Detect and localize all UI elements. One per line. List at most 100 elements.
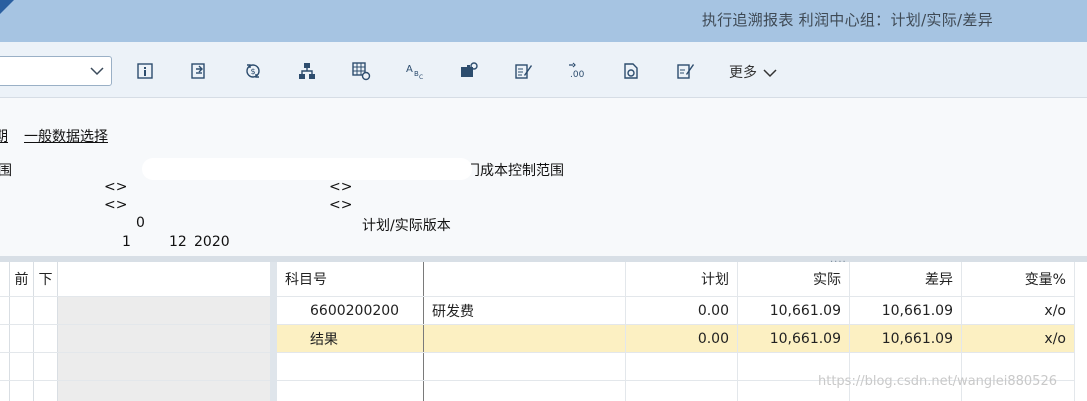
more-menu-button[interactable]: 更多: [729, 62, 777, 82]
tree-cell: [34, 325, 58, 352]
grid-header-row: 科目号 计划 实际 差异 变量%: [277, 262, 1075, 297]
tree-cell: [0, 262, 10, 296]
cell-plan: 0.00: [626, 325, 738, 352]
decimal-icon[interactable]: .00: [567, 61, 587, 81]
fiscal-year: 2020: [194, 234, 230, 250]
refresh-doc-icon[interactable]: [621, 61, 641, 81]
tree-cell: [0, 297, 10, 324]
variant-dropdown[interactable]: [0, 56, 112, 86]
tree-cell: [58, 381, 270, 401]
range-label: 围: [0, 163, 12, 179]
cell-empty: [277, 381, 424, 401]
col-header-name[interactable]: [424, 262, 626, 296]
app-logo: [0, 0, 14, 14]
tree-col-prev-label: 前: [14, 272, 29, 288]
tree-cell: [0, 325, 10, 352]
chevron-down-icon: [90, 67, 104, 76]
cell-name-text: 研发费: [432, 303, 474, 320]
cell-plan: 0.00: [626, 297, 738, 324]
tree-cell: [0, 381, 10, 401]
col-header-plan[interactable]: 计划: [626, 262, 738, 296]
tree-cell: [58, 353, 270, 380]
text-format-icon[interactable]: ABC: [405, 61, 425, 81]
col-header-actual-label: 实际: [813, 272, 841, 288]
tree-row[interactable]: [0, 353, 270, 381]
cell-account: 6600200200: [277, 297, 424, 324]
layout-settings-icon[interactable]: [351, 61, 371, 81]
cell-empty: [626, 381, 738, 401]
tree-row[interactable]: [0, 325, 270, 353]
navigation-tree: 前 下: [0, 262, 270, 401]
version-label: 计划/实际版本: [362, 218, 451, 234]
chevron-down-icon: [763, 69, 777, 78]
col-header-account-label: 科目号: [285, 272, 327, 288]
cell-name: 研发费: [424, 297, 626, 324]
export-icon[interactable]: [189, 61, 209, 81]
cell-diff: 10,661.09: [850, 325, 962, 352]
tree-cell: [10, 353, 34, 380]
tree-cell: [10, 297, 34, 324]
svg-text:$: $: [250, 67, 255, 76]
ref1-to-value: <>: [329, 179, 353, 195]
tree-cell: [58, 297, 270, 324]
tree-col-next-label: 下: [38, 272, 53, 288]
svg-text:C: C: [419, 74, 423, 81]
redacted-area: [142, 158, 472, 180]
ref2-to-value: <>: [329, 197, 353, 213]
version-value: 0: [136, 215, 145, 231]
edit-doc-icon[interactable]: [675, 61, 695, 81]
tree-row[interactable]: [0, 297, 270, 325]
tree-cell: [58, 262, 270, 296]
cell-actual: 10,661.09: [738, 325, 850, 352]
currency-icon[interactable]: $: [243, 61, 263, 81]
cell-empty: [626, 353, 738, 380]
col-header-account[interactable]: 科目号: [277, 262, 424, 296]
tree-row[interactable]: [0, 381, 270, 401]
tab-period[interactable]: 期: [0, 126, 8, 146]
more-menu-label: 更多: [729, 65, 757, 81]
cell-account-text: 6600200200: [310, 302, 400, 319]
cell-actual: 10,661.09: [738, 297, 850, 324]
cell-plan-text: 0.00: [697, 330, 729, 347]
tree-header-row: 前 下: [0, 262, 270, 297]
tree-cell: [10, 381, 34, 401]
tab-general-data-selection[interactable]: 一般数据选择: [24, 126, 108, 146]
edit-list-icon[interactable]: [513, 61, 533, 81]
ref1-from-value: <>: [104, 179, 128, 195]
table-row-result[interactable]: 结果 0.00 10,661.09 10,661.09 x/o: [277, 325, 1075, 353]
col-header-plan-label: 计划: [701, 272, 729, 288]
col-header-diff[interactable]: 差异: [850, 262, 962, 296]
info-icon[interactable]: [135, 61, 155, 81]
svg-text:A: A: [406, 64, 413, 75]
col-header-variance-label: 变量%: [1024, 272, 1066, 288]
cell-diff-text: 10,661.09: [881, 330, 953, 347]
col-header-actual[interactable]: 实际: [738, 262, 850, 296]
cell-diff-text: 10,661.09: [881, 302, 953, 319]
col-header-diff-label: 差异: [925, 272, 953, 288]
cell-diff: 10,661.09: [850, 297, 962, 324]
tree-cell: [34, 297, 58, 324]
pane-divider[interactable]: [270, 262, 277, 401]
tree-cell: [10, 325, 34, 352]
tree-cell: [34, 381, 58, 401]
svg-text:.00: .00: [570, 70, 585, 80]
cell-plan-text: 0.00: [697, 302, 729, 319]
hierarchy-icon[interactable]: [297, 61, 317, 81]
ref2-from-value: <>: [104, 197, 128, 213]
tree-col-prev[interactable]: 前: [10, 262, 34, 296]
cell-empty: [424, 353, 626, 380]
range-description: 门成本控制范围: [466, 163, 564, 179]
tree-cell: [34, 353, 58, 380]
col-header-variance[interactable]: 变量%: [962, 262, 1075, 296]
tree-cell: [58, 325, 270, 352]
cell-variance: x/o: [962, 325, 1075, 352]
table-row[interactable]: 6600200200 研发费 0.00 10,661.09 10,661.09 …: [277, 297, 1075, 325]
tree-col-next[interactable]: 下: [34, 262, 58, 296]
cell-actual-text: 10,661.09: [769, 330, 841, 347]
tree-cell: [0, 353, 10, 380]
period-from: 1: [122, 234, 131, 250]
title-bar: 执行追溯报表 利润中心组：计划/实际/差异: [0, 0, 1087, 42]
cell-account: 结果: [277, 325, 424, 352]
puzzle-settings-icon[interactable]: [459, 61, 479, 81]
cell-variance: x/o: [962, 297, 1075, 324]
